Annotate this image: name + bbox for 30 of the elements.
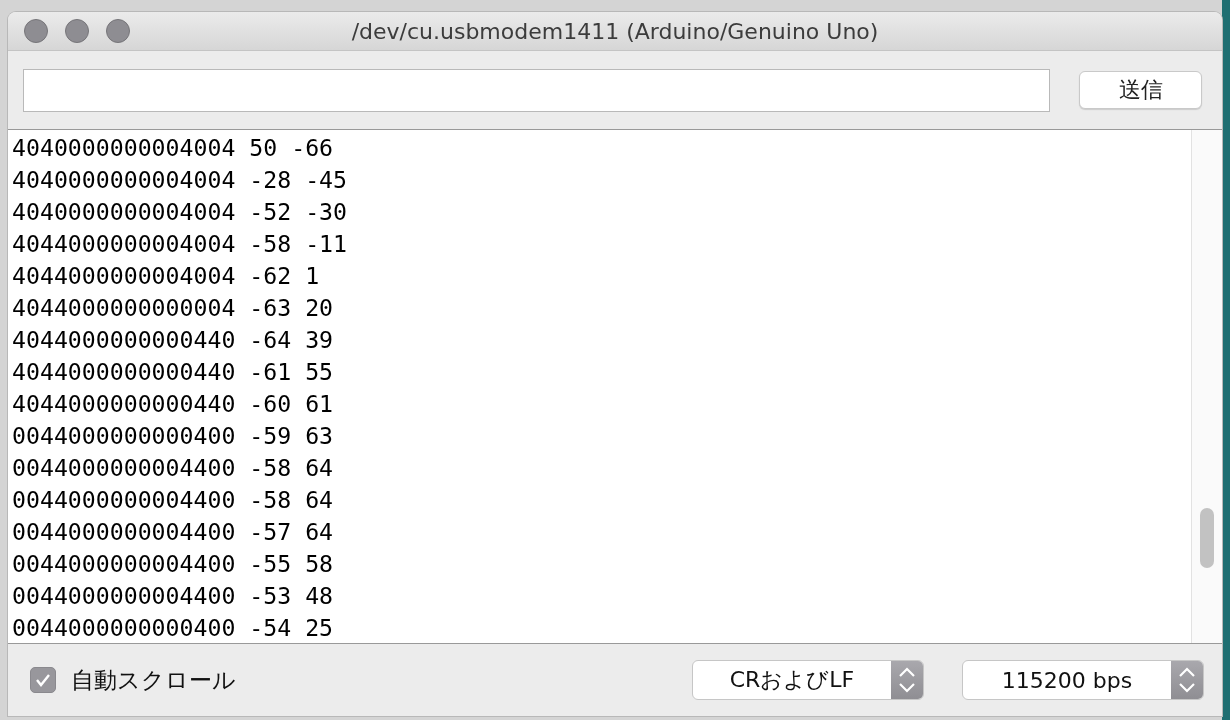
output-line: 0044000000004400 -58 64 bbox=[12, 453, 335, 483]
output-line: 4044000000004004 -58 -11 bbox=[12, 229, 349, 259]
scrollbar-thumb[interactable] bbox=[1200, 508, 1214, 568]
output-line: 0044000000004400 -57 64 bbox=[12, 517, 335, 547]
output-line: 0044000000004400 -58 64 bbox=[12, 485, 335, 515]
close-button[interactable] bbox=[24, 19, 48, 43]
output-line: 4044000000000440 -60 61 bbox=[12, 389, 335, 419]
line-ending-select[interactable]: CRおよびLF bbox=[692, 660, 924, 700]
autoscroll-label: 自動スクロール bbox=[71, 665, 236, 695]
output-line: 0044000000000400 -54 25 bbox=[12, 613, 335, 643]
send-input-field[interactable] bbox=[23, 68, 1050, 112]
output-line: 0044000000004400 -53 48 bbox=[12, 581, 335, 611]
checkmark-icon bbox=[35, 673, 51, 687]
minimize-button[interactable] bbox=[65, 19, 89, 43]
output-line: 4044000000000440 -61 55 bbox=[12, 357, 335, 387]
output-line: 4040000000004004 -28 -45 bbox=[12, 165, 349, 195]
output-line: 4040000000004004 -52 -30 bbox=[12, 197, 349, 227]
autoscroll-checkbox[interactable] bbox=[30, 667, 56, 693]
output-line: 4044000000000004 -63 20 bbox=[12, 293, 335, 323]
window-title: /dev/cu.usbmodem1411 (Arduino/Genuino Uno) bbox=[351, 18, 879, 44]
baud-rate-select[interactable]: 115200 bps bbox=[962, 660, 1204, 700]
output-line: 4044000000004004 -62 1 bbox=[12, 261, 321, 291]
output-line: 0044000000000400 -59 63 bbox=[12, 421, 335, 451]
output-line: 4040000000004004 50 -66 bbox=[12, 133, 335, 163]
stepper-icon bbox=[891, 661, 923, 699]
send-button[interactable]: 送信 bbox=[1079, 71, 1202, 109]
output-line: 0044000000004400 -55 58 bbox=[12, 549, 335, 579]
stepper-icon bbox=[1171, 661, 1203, 699]
output-line: 4044000000000440 -64 39 bbox=[12, 325, 335, 355]
zoom-button[interactable] bbox=[106, 19, 130, 43]
